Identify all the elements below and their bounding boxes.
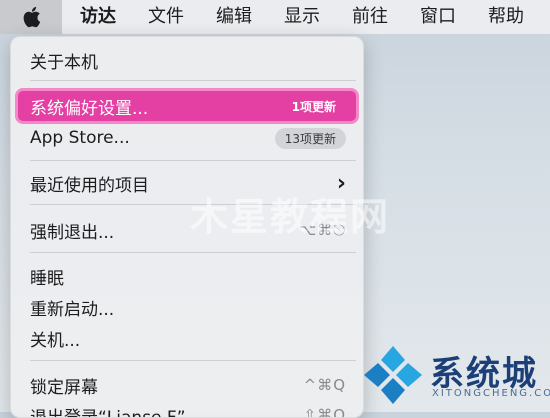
- menu-edit[interactable]: 编辑: [200, 0, 268, 34]
- menu-view[interactable]: 显示: [268, 0, 336, 34]
- menu-separator: [30, 252, 356, 253]
- update-badge: 1项更新: [282, 96, 346, 117]
- menu-separator: [30, 160, 356, 161]
- menu-item-lock-screen[interactable]: 锁定屏幕 ^⌘Q: [18, 370, 356, 400]
- menu-item-label: 关于本机: [30, 48, 98, 73]
- menu-finder[interactable]: 访达: [62, 0, 132, 34]
- update-badge: 13项更新: [275, 128, 346, 149]
- menu-item-app-store[interactable]: App Store... 13项更新: [18, 123, 356, 153]
- menu-item-log-out[interactable]: 退出登录“Lianse F”... ⇧⌘Q: [18, 400, 356, 418]
- menu-item-label: App Store...: [30, 128, 130, 148]
- menu-file[interactable]: 文件: [132, 0, 200, 34]
- menu-separator: [30, 80, 356, 81]
- diamond-logo-icon: [360, 342, 426, 408]
- menu-item-label: 锁定屏幕: [30, 373, 98, 398]
- apple-menu-button[interactable]: [0, 0, 62, 34]
- menu-item-label: 系统偏好设置...: [30, 94, 148, 119]
- site-logo: 系统城 XITONGCHENG.COM: [358, 340, 548, 410]
- apple-logo-icon: [21, 5, 41, 29]
- keyboard-shortcut: ⇧⌘Q: [304, 406, 346, 418]
- menu-window[interactable]: 窗口: [404, 0, 472, 34]
- menu-item-label: 最近使用的项目: [30, 171, 149, 196]
- watermark-text: 木星教程网: [190, 186, 390, 241]
- menu-bar: 访达 文件 编辑 显示 前往 窗口 帮助: [0, 0, 550, 34]
- menu-go[interactable]: 前往: [336, 0, 404, 34]
- menu-separator: [30, 360, 356, 361]
- menu-item-label: 关机...: [30, 326, 80, 351]
- menu-item-label: 睡眠: [30, 264, 64, 289]
- site-logo-url: XITONGCHENG.COM: [432, 388, 550, 399]
- menu-item-shut-down[interactable]: 关机...: [18, 323, 356, 353]
- keyboard-shortcut: ^⌘Q: [304, 376, 346, 394]
- menu-help[interactable]: 帮助: [472, 0, 540, 34]
- menu-item-label: 重新启动...: [30, 295, 114, 320]
- menu-item-label: 强制退出...: [30, 218, 114, 243]
- menu-item-system-preferences[interactable]: 系统偏好设置... 1项更新: [18, 91, 356, 121]
- menu-item-sleep[interactable]: 睡眠: [18, 261, 356, 291]
- menu-item-restart[interactable]: 重新启动...: [18, 292, 356, 322]
- menu-item-about[interactable]: 关于本机: [18, 45, 356, 75]
- menu-item-label: 退出登录“Lianse F”...: [30, 403, 202, 418]
